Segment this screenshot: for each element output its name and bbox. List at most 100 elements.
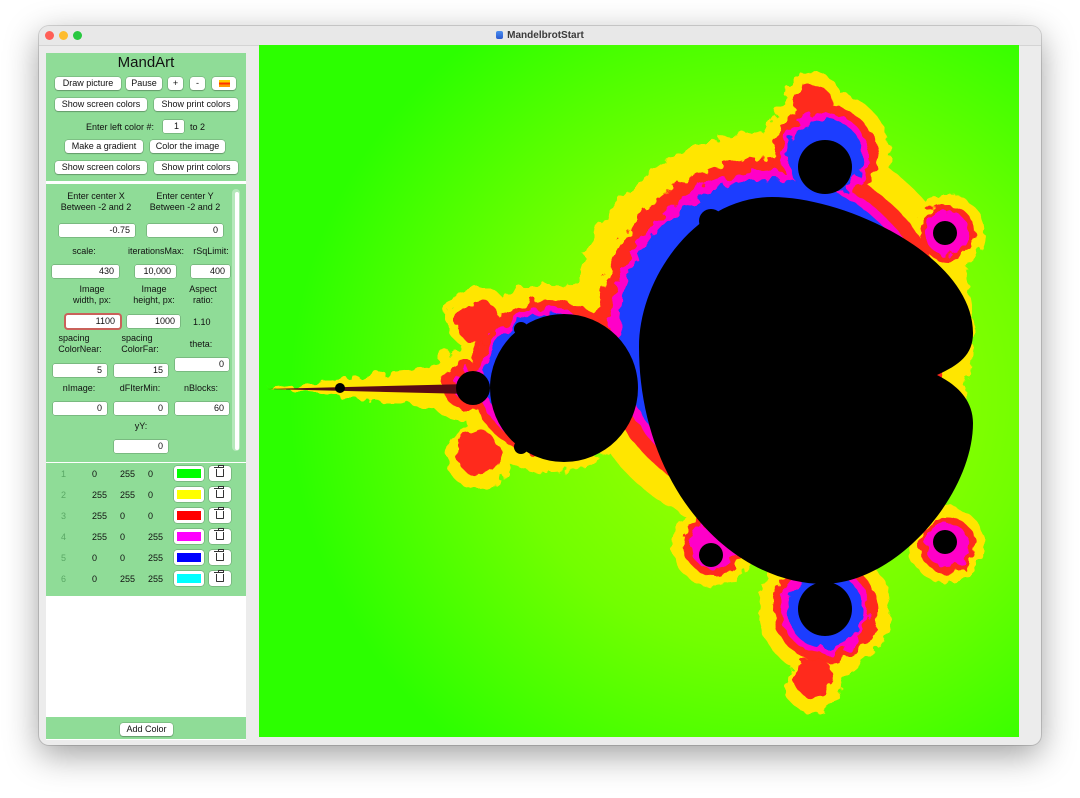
color-green-value[interactable]: 255	[120, 490, 135, 500]
title-bar: MandelbrotStart	[39, 26, 1041, 46]
color-well[interactable]	[174, 571, 204, 586]
nblocks-input[interactable]: 60	[175, 402, 229, 415]
yy-label: yY:	[134, 421, 148, 431]
color-blue-value[interactable]: 0	[148, 469, 153, 479]
color-row: 4 255 0 255	[46, 527, 246, 548]
nblocks-label: nBlocks:	[183, 383, 218, 393]
color-row: 2 255 255 0	[46, 485, 246, 506]
color-green-value[interactable]: 0	[120, 532, 125, 542]
color-blue-value[interactable]: 0	[148, 511, 153, 521]
mandelbrot-image	[267, 72, 985, 713]
iterations-label: iterationsMax:	[127, 246, 185, 256]
color-red-value[interactable]: 0	[92, 553, 97, 563]
app-icon	[496, 31, 504, 39]
spacing-near-input[interactable]: 5	[53, 364, 107, 377]
add-color-button[interactable]: Add Color	[120, 723, 173, 736]
color-well[interactable]	[174, 508, 204, 523]
color-image-button[interactable]: Color the image	[150, 140, 225, 153]
nimage-input[interactable]: 0	[53, 402, 107, 415]
color-number: 6	[61, 574, 67, 584]
theta-label: theta:	[189, 339, 213, 349]
trash-icon	[214, 549, 224, 561]
delete-color-button[interactable]	[209, 549, 231, 565]
color-list: 1 0 255 0 2 255 255 0 3 255 0 0 4 255 0 …	[46, 463, 246, 596]
color-well[interactable]	[174, 466, 204, 481]
trash-icon	[214, 528, 224, 540]
scale-input[interactable]: 430	[52, 265, 119, 278]
color-well[interactable]	[174, 529, 204, 544]
color-red-value[interactable]: 255	[92, 532, 107, 542]
trash-icon	[214, 465, 224, 477]
image-height-label: Image	[141, 284, 167, 294]
iterations-input[interactable]: 10,000	[135, 265, 176, 278]
parameters-panel: Enter center X Between -2 and 2 Enter ce…	[46, 184, 246, 462]
color-green-value[interactable]: 255	[120, 469, 135, 479]
show-print-colors-button[interactable]: Show print colors	[154, 98, 238, 111]
color-well[interactable]	[174, 487, 204, 502]
color-red-value[interactable]: 255	[92, 511, 107, 521]
control-panel: MandArt Draw picture Pause + - Show scre…	[46, 53, 246, 740]
color-blue-value[interactable]: 0	[148, 490, 153, 500]
delete-color-button[interactable]	[209, 528, 231, 544]
app-window: MandelbrotStart MandArt Draw picture Pau…	[39, 26, 1041, 745]
pause-button[interactable]: Pause	[126, 77, 162, 90]
color-row: 6 0 255 255	[46, 569, 246, 590]
left-color-input[interactable]: 1	[163, 120, 184, 133]
make-gradient-button[interactable]: Make a gradient	[65, 140, 143, 153]
color-swatch	[177, 490, 201, 499]
show-screen-colors-button-2[interactable]: Show screen colors	[55, 161, 147, 174]
delete-color-button[interactable]	[209, 507, 231, 523]
center-x-input[interactable]: -0.75	[59, 224, 135, 237]
zoom-in-button[interactable]: +	[168, 77, 183, 90]
trash-icon	[214, 486, 224, 498]
right-color-label: to 2	[190, 122, 206, 132]
spacing-far-input[interactable]: 15	[114, 364, 168, 377]
rsq-limit-input[interactable]: 400	[191, 265, 230, 278]
section-divider	[46, 181, 246, 183]
color-blue-value[interactable]: 255	[148, 532, 163, 542]
color-row: 3 255 0 0	[46, 506, 246, 527]
color-red-value[interactable]: 0	[92, 469, 97, 479]
zoom-out-button[interactable]: -	[190, 77, 205, 90]
aspect-ratio-value: 1.10	[193, 317, 211, 327]
color-number: 1	[61, 469, 67, 479]
left-color-label: Enter left color #:	[86, 122, 155, 132]
center-y-range-label: Between -2 and 2	[149, 202, 221, 212]
color-well[interactable]	[174, 550, 204, 565]
color-row: 1 0 255 0	[46, 464, 246, 485]
show-screen-colors-button[interactable]: Show screen colors	[55, 98, 147, 111]
color-number: 3	[61, 511, 67, 521]
image-width-input[interactable]: 1100	[66, 315, 120, 328]
color-green-value[interactable]: 255	[120, 574, 135, 584]
fractal-canvas[interactable]	[259, 45, 1019, 737]
color-green-value[interactable]: 0	[120, 511, 125, 521]
app-name: MandArt	[117, 54, 175, 71]
center-x-label: Enter center X	[67, 191, 125, 201]
color-palette-button[interactable]	[212, 77, 236, 90]
center-y-label: Enter center Y	[156, 191, 214, 201]
color-number: 5	[61, 553, 67, 563]
drawing-controls: MandArt Draw picture Pause + - Show scre…	[46, 53, 246, 181]
image-width-unit-label: width, px:	[72, 295, 112, 305]
window-title-text: MandelbrotStart	[507, 30, 584, 41]
show-print-colors-button-2[interactable]: Show print colors	[154, 161, 238, 174]
parameters-scrollbar-thumb[interactable]	[235, 192, 239, 450]
delete-color-button[interactable]	[209, 570, 231, 586]
delete-color-button[interactable]	[209, 465, 231, 481]
color-red-value[interactable]: 0	[92, 574, 97, 584]
yy-input[interactable]: 0	[114, 440, 168, 453]
dfilter-input[interactable]: 0	[114, 402, 168, 415]
color-blue-value[interactable]: 255	[148, 553, 163, 563]
center-y-input[interactable]: 0	[147, 224, 223, 237]
draw-picture-button[interactable]: Draw picture	[55, 77, 121, 90]
theta-input[interactable]: 0	[175, 358, 229, 371]
color-green-value[interactable]: 0	[120, 553, 125, 563]
rsq-limit-label: rSqLimit:	[193, 246, 229, 256]
spacing-near-label: spacing	[58, 333, 90, 343]
color-blue-value[interactable]: 255	[148, 574, 163, 584]
color-red-value[interactable]: 255	[92, 490, 107, 500]
spacing-far-unit-label: ColorFar:	[121, 344, 159, 354]
trash-icon	[214, 507, 224, 519]
image-height-input[interactable]: 1000	[127, 315, 180, 328]
delete-color-button[interactable]	[209, 486, 231, 502]
